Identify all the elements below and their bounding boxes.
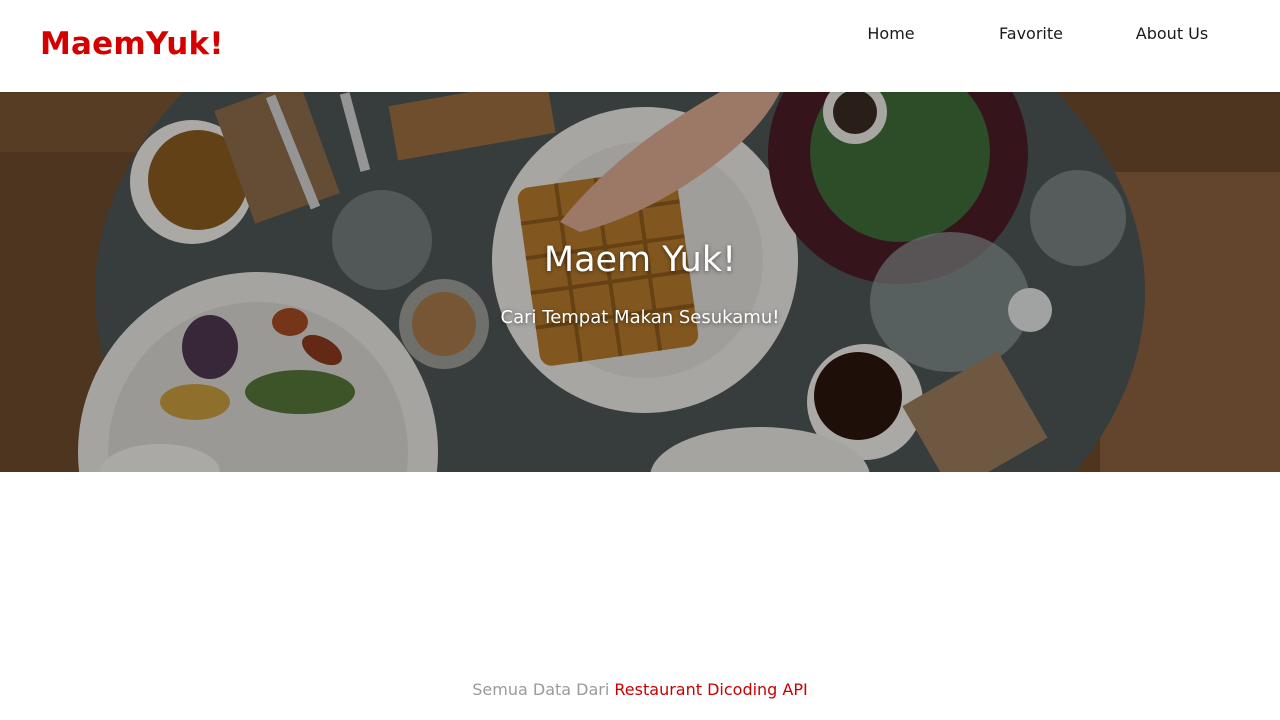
footer-prefix: Semua Data Dari xyxy=(472,680,610,699)
nav-home[interactable]: Home xyxy=(867,24,914,43)
brand-logo[interactable]: MaemYuk! xyxy=(40,26,224,62)
nav-about-us[interactable]: About Us xyxy=(1136,24,1208,43)
nav-favorite[interactable]: Favorite xyxy=(999,24,1063,43)
hero-banner: Maem Yuk! Cari Tempat Makan Sesukamu! xyxy=(0,92,1280,472)
footer-api-link[interactable]: Restaurant Dicoding API xyxy=(614,680,807,699)
hero-tagline: Cari Tempat Makan Sesukamu! xyxy=(500,307,780,328)
main-content xyxy=(0,472,1280,662)
hero-title: Maem Yuk! xyxy=(543,240,737,280)
app-bar: MaemYuk! Home Favorite About Us xyxy=(0,0,1280,92)
footer: Semua Data Dari Restaurant Dicoding API xyxy=(0,680,1280,704)
hero-overlay xyxy=(0,92,1280,472)
